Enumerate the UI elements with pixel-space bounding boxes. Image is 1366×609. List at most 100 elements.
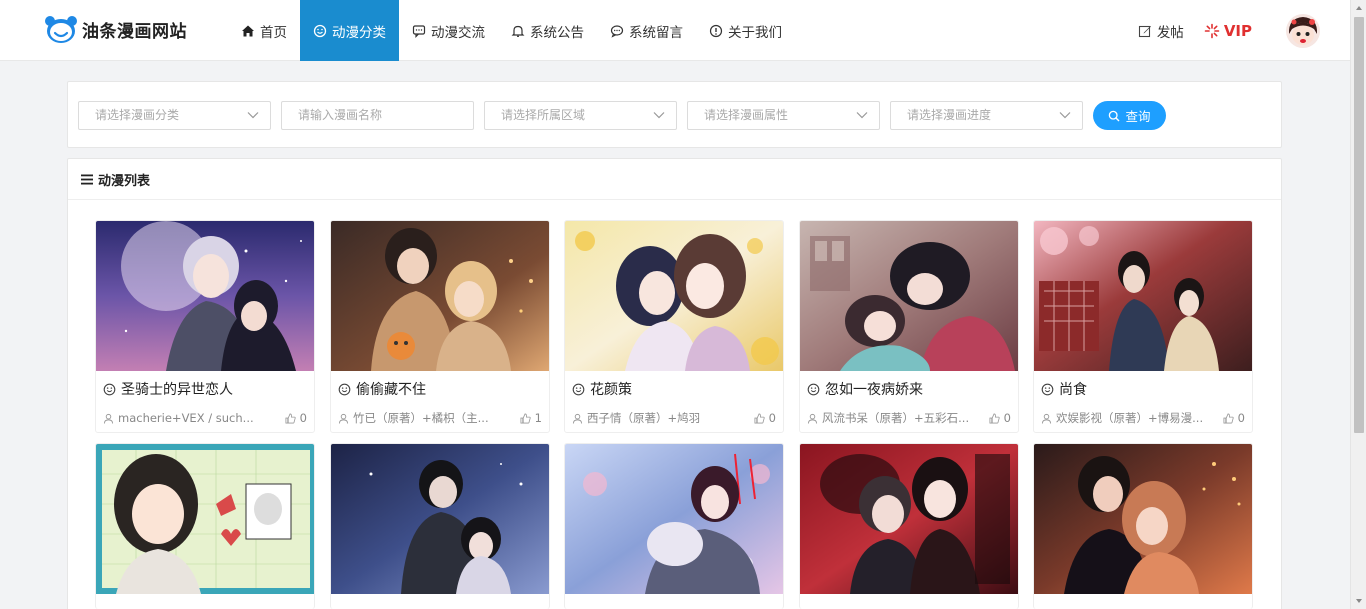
comic-cover[interactable] xyxy=(565,444,783,594)
nav-item-about[interactable]: 关于我们 xyxy=(696,0,795,61)
query-button[interactable]: 查询 xyxy=(1093,101,1166,130)
thumbs-up-icon xyxy=(1223,413,1234,423)
smile-icon xyxy=(572,383,585,395)
card-author: macherie+VEX / such... xyxy=(103,411,279,425)
card-author-text: macherie+VEX / such... xyxy=(118,411,254,425)
comic-cover[interactable] xyxy=(800,444,1018,594)
cover-image xyxy=(565,444,783,594)
nav-label: 首页 xyxy=(260,24,287,41)
message-icon xyxy=(610,24,624,38)
scroll-thumb[interactable] xyxy=(1354,17,1364,433)
card-likes-count: 0 xyxy=(1237,411,1245,425)
card-meta: 西子情（原著）+鸠羽 0 xyxy=(565,407,783,429)
chevron-down-icon xyxy=(1059,112,1071,119)
card-likes[interactable]: 1 xyxy=(520,411,542,425)
comic-cover[interactable] xyxy=(565,221,783,371)
top-header: 油条漫画网站 首页 动漫分类 动漫交流 系统公告 系统留言 关于我们 发帖 VI… xyxy=(0,0,1350,61)
scroll-up-arrow-icon[interactable] xyxy=(1351,0,1366,16)
card-title[interactable]: 偷偷藏不住 xyxy=(331,371,549,407)
comic-cover[interactable] xyxy=(96,221,314,371)
comic-cover[interactable] xyxy=(96,444,314,594)
user-icon xyxy=(572,413,583,424)
nav-item-category[interactable]: 动漫分类 xyxy=(300,0,399,61)
card-author-text: 风流书呆（原著）+五彩石... xyxy=(822,411,970,425)
card-likes[interactable]: 0 xyxy=(1223,411,1245,425)
progress-select[interactable]: 请选择漫画进度 xyxy=(890,101,1083,130)
site-name: 油条漫画网站 xyxy=(82,21,187,42)
card-title[interactable]: 花颜策 xyxy=(565,371,783,407)
comic-cover[interactable] xyxy=(1034,221,1252,371)
card-title-text: 忽如一夜病娇来 xyxy=(825,382,923,398)
comic-cover[interactable] xyxy=(331,221,549,371)
comic-card[interactable]: 尚食 欢娱影视（原著）+博易漫... 0 xyxy=(1033,220,1253,433)
card-likes[interactable]: 0 xyxy=(989,411,1011,425)
smile-icon xyxy=(338,383,351,395)
scroll-down-arrow-icon[interactable] xyxy=(1351,593,1366,609)
region-select[interactable]: 请选择所属区域 xyxy=(484,101,677,130)
comic-card[interactable] xyxy=(95,443,315,609)
cover-image xyxy=(565,221,783,371)
thumbs-up-icon xyxy=(989,413,1000,423)
comic-card[interactable] xyxy=(564,443,784,609)
card-author-text: 西子情（原著）+鸠羽 xyxy=(587,411,701,425)
cover-image xyxy=(800,221,1018,371)
filter-panel: 请选择漫画分类 请输入漫画名称 请选择所属区域 请选择漫画属性 请选择漫画进度 … xyxy=(67,81,1282,148)
category-select[interactable]: 请选择漫画分类 xyxy=(78,101,271,130)
user-avatar[interactable] xyxy=(1286,13,1320,48)
card-author: 风流书呆（原著）+五彩石... xyxy=(807,410,983,426)
card-title[interactable]: 圣骑士的异世恋人 xyxy=(96,371,314,407)
chevron-down-icon xyxy=(247,112,259,119)
comic-card[interactable]: 花颜策 西子情（原著）+鸠羽 0 xyxy=(564,220,784,433)
nav-item-exchange[interactable]: 动漫交流 xyxy=(399,0,498,61)
comic-cover[interactable] xyxy=(331,444,549,594)
progress-placeholder: 请选择漫画进度 xyxy=(907,108,992,122)
comic-card[interactable] xyxy=(799,443,1019,609)
chevron-down-icon xyxy=(856,112,868,119)
nav-label: 动漫交流 xyxy=(431,24,485,41)
user-icon xyxy=(103,413,114,424)
card-likes[interactable]: 0 xyxy=(754,411,776,425)
cover-image xyxy=(800,444,1018,594)
card-likes[interactable]: 0 xyxy=(285,411,307,425)
nav-item-message[interactable]: 系统留言 xyxy=(597,0,696,61)
list-header: 动漫列表 xyxy=(68,159,1281,200)
name-input[interactable]: 请输入漫画名称 xyxy=(281,101,474,130)
vip-button[interactable]: VIP xyxy=(1204,22,1252,40)
smile-icon xyxy=(103,383,116,395)
thumbs-up-icon xyxy=(754,413,765,423)
user-icon xyxy=(338,413,349,424)
avatar-image xyxy=(1286,13,1320,48)
card-likes-count: 0 xyxy=(1003,411,1011,425)
page-scrollbar[interactable] xyxy=(1350,0,1366,609)
comic-cover[interactable] xyxy=(800,221,1018,371)
card-title-text: 尚食 xyxy=(1059,382,1087,398)
region-placeholder: 请选择所属区域 xyxy=(501,108,586,122)
site-logo[interactable]: 油条漫画网站 xyxy=(44,14,187,44)
comic-card[interactable]: 圣骑士的异世恋人 macherie+VEX / such... 0 xyxy=(95,220,315,433)
comic-card[interactable] xyxy=(330,443,550,609)
header-actions: 发帖 VIP xyxy=(1138,0,1320,61)
nav-item-notice[interactable]: 系统公告 xyxy=(498,0,597,61)
attribute-select[interactable]: 请选择漫画属性 xyxy=(687,101,880,130)
comic-card[interactable]: 忽如一夜病娇来 风流书呆（原著）+五彩石... 0 xyxy=(799,220,1019,433)
chevron-down-icon xyxy=(653,112,665,119)
vip-spark-icon xyxy=(1204,23,1220,38)
card-title[interactable]: 忽如一夜病娇来 xyxy=(800,371,1018,407)
info-icon xyxy=(709,24,723,37)
nav-item-home[interactable]: 首页 xyxy=(228,0,300,61)
nav-label: 动漫分类 xyxy=(332,24,386,41)
card-title[interactable]: 尚食 xyxy=(1034,371,1252,407)
bear-logo-icon xyxy=(45,16,77,43)
card-author: 西子情（原著）+鸠羽 xyxy=(572,410,748,426)
cover-image xyxy=(331,221,549,371)
comic-card[interactable] xyxy=(1033,443,1253,609)
list-title: 动漫列表 xyxy=(98,173,151,189)
search-icon xyxy=(1109,110,1120,121)
comic-cover[interactable] xyxy=(1034,444,1252,594)
card-title-text: 偷偷藏不住 xyxy=(356,382,426,398)
card-author-text: 欢娱影视（原著）+博易漫... xyxy=(1056,411,1204,425)
post-button[interactable]: 发帖 xyxy=(1138,21,1184,41)
chat-icon xyxy=(412,24,426,38)
card-likes-count: 0 xyxy=(299,411,307,425)
comic-card[interactable]: 偷偷藏不住 竹已（原著）+橘枳（主... 1 xyxy=(330,220,550,433)
